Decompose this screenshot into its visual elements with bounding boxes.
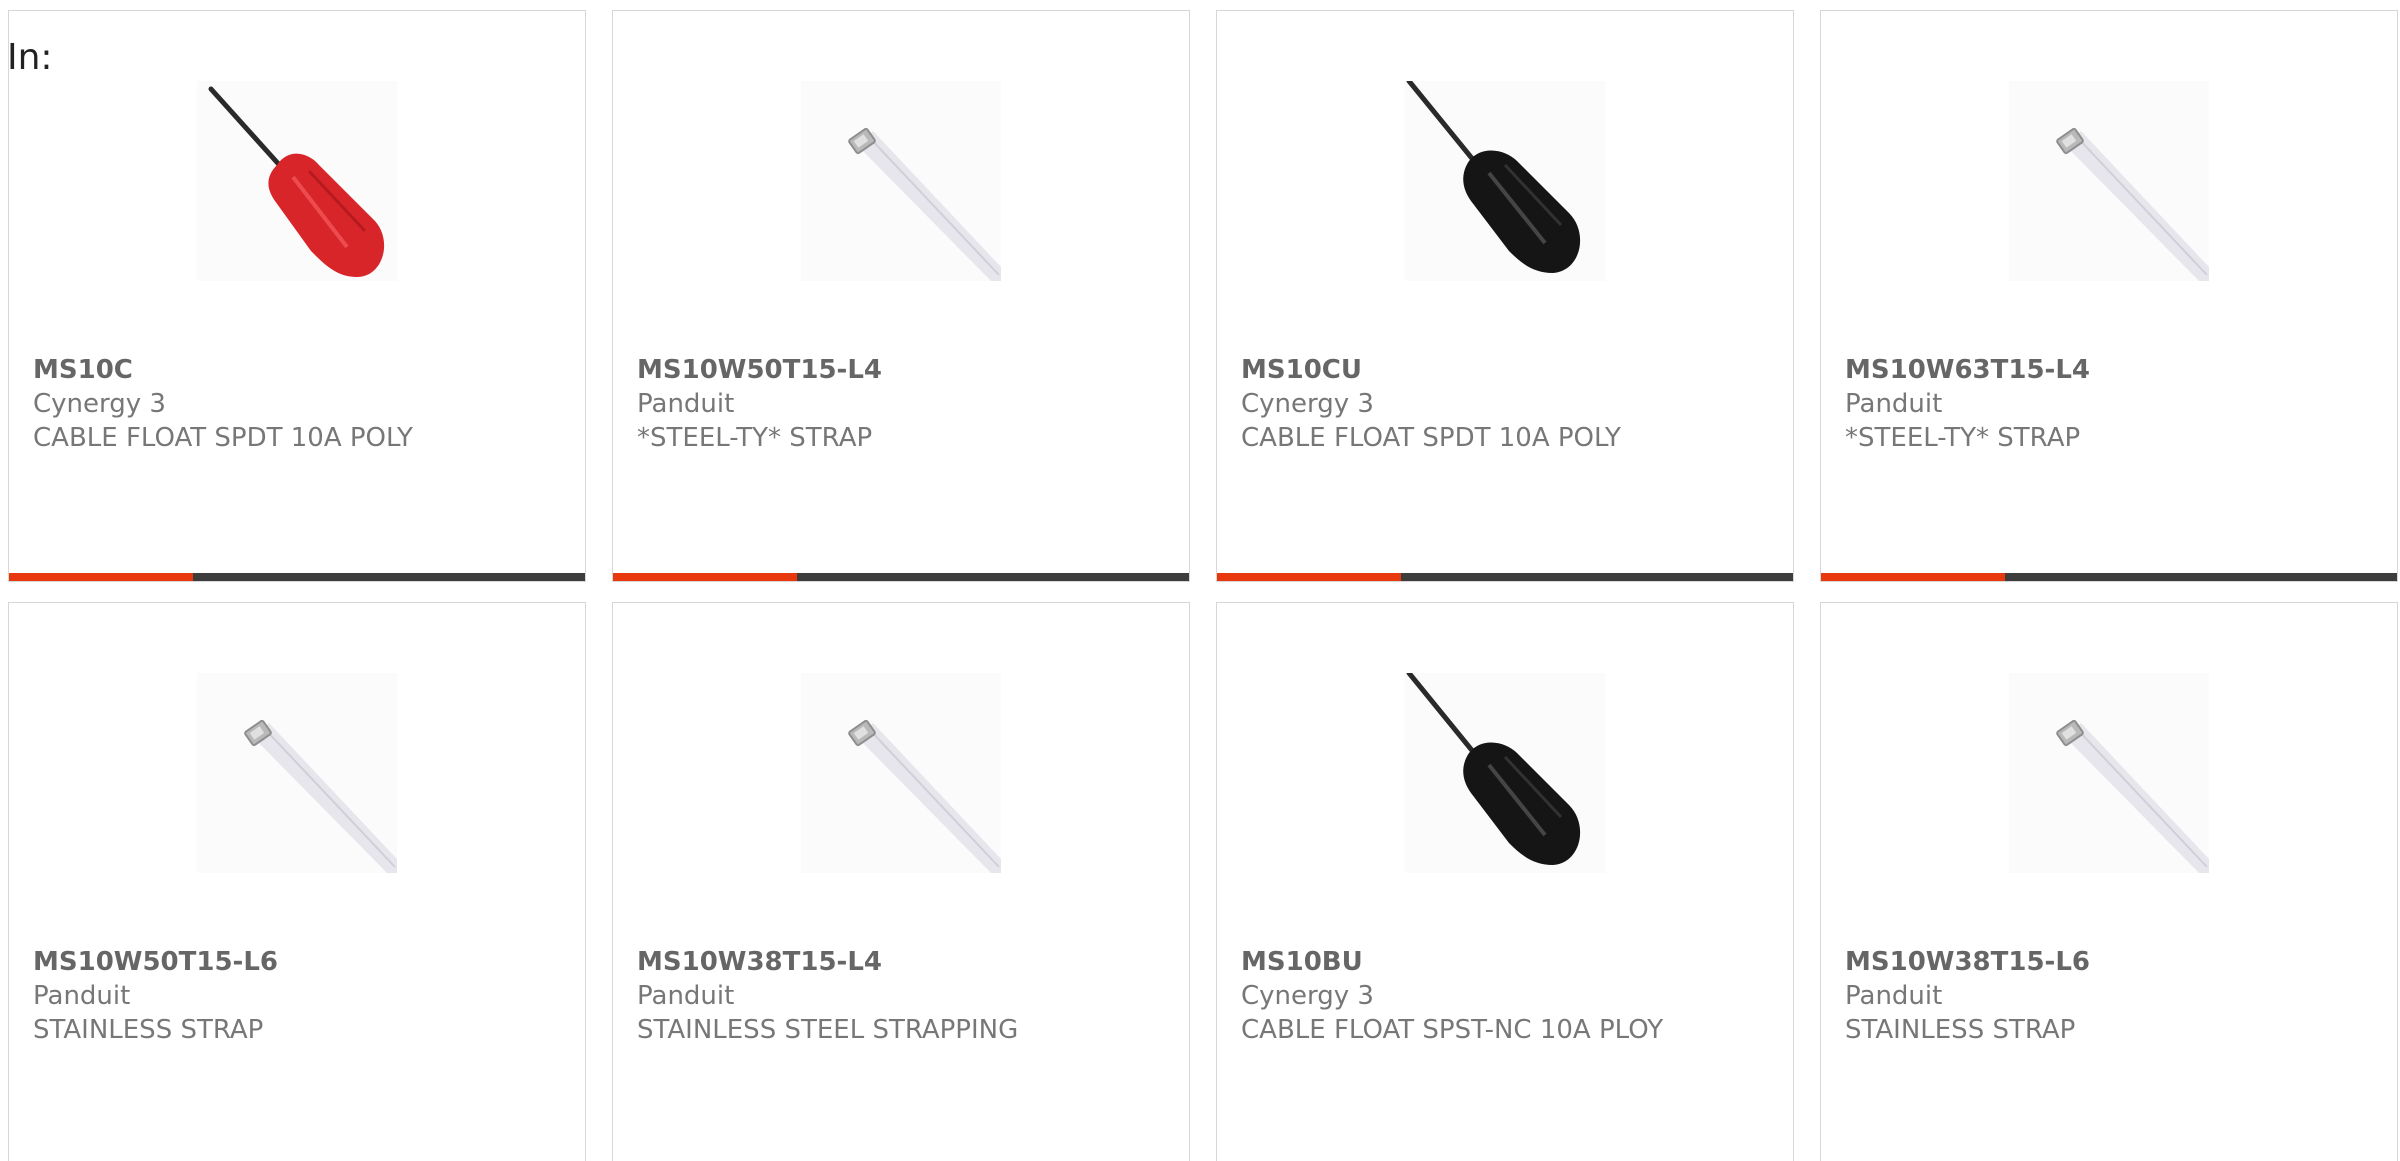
product-description: *STEEL-TY* STRAP: [637, 423, 873, 453]
product-brand: Cynergy 3: [33, 389, 166, 419]
product-sku[interactable]: MS10C: [33, 353, 575, 387]
steel-strap-icon: [848, 719, 1001, 873]
product-info: MS10W38T15-L4 Panduit STAINLESS STEEL ST…: [637, 945, 1179, 1047]
product-brand: Cynergy 3: [1241, 389, 1374, 419]
product-card[interactable]: MS10W50T15-L4 Panduit *STEEL-TY* STRAP: [612, 10, 1190, 582]
product-info: MS10C Cynergy 3 CABLE FLOAT SPDT 10A POL…: [33, 353, 575, 455]
card-progress-accent: [1217, 573, 1402, 581]
product-image[interactable]: [197, 673, 397, 873]
steel-strap-icon: [848, 127, 1001, 281]
product-info: MS10BU Cynergy 3 CABLE FLOAT SPST-NC 10A…: [1241, 945, 1783, 1047]
product-sku[interactable]: MS10BU: [1241, 945, 1783, 979]
card-progress-bar: [613, 573, 1189, 581]
product-image[interactable]: [197, 81, 397, 281]
product-brand: Panduit: [1845, 981, 1943, 1011]
steel-strap-icon: [2056, 719, 2209, 873]
product-image[interactable]: [1405, 673, 1605, 873]
in-label: In:: [7, 37, 53, 78]
product-description: CABLE FLOAT SPST-NC 10A PLOY: [1241, 1015, 1664, 1045]
product-description: STAINLESS STEEL STRAPPING: [637, 1015, 1019, 1045]
product-image[interactable]: [801, 673, 1001, 873]
product-card[interactable]: MS10W38T15-L4 Panduit STAINLESS STEEL ST…: [612, 602, 1190, 1161]
product-card[interactable]: MS10CU Cynergy 3 CABLE FLOAT SPDT 10A PO…: [1216, 10, 1794, 582]
product-sku[interactable]: MS10W50T15-L6: [33, 945, 575, 979]
product-grid: MS10C Cynergy 3 CABLE FLOAT SPDT 10A POL…: [8, 10, 2400, 1161]
card-progress-accent: [9, 573, 194, 581]
product-description: *STEEL-TY* STRAP: [1845, 423, 2081, 453]
product-brand: Cynergy 3: [1241, 981, 1374, 1011]
product-info: MS10W50T15-L6 Panduit STAINLESS STRAP: [33, 945, 575, 1047]
product-image[interactable]: [2009, 81, 2209, 281]
steel-strap-icon: [2056, 127, 2209, 281]
product-brand: Panduit: [637, 389, 735, 419]
product-description: STAINLESS STRAP: [1845, 1015, 2076, 1045]
product-description: CABLE FLOAT SPDT 10A POLY: [33, 423, 413, 453]
product-sku[interactable]: MS10W50T15-L4: [637, 353, 1179, 387]
product-sku[interactable]: MS10W38T15-L6: [1845, 945, 2387, 979]
product-grid-page: In: MS10C Cynergy 3 CABLE FLOAT SPDT 10A…: [0, 0, 2400, 1161]
card-progress-bar: [1821, 573, 2397, 581]
card-progress-bar: [1217, 573, 1793, 581]
product-info: MS10W63T15-L4 Panduit *STEEL-TY* STRAP: [1845, 353, 2387, 455]
product-card[interactable]: MS10W38T15-L6 Panduit STAINLESS STRAP: [1820, 602, 2398, 1161]
product-sku[interactable]: MS10CU: [1241, 353, 1783, 387]
product-card[interactable]: MS10BU Cynergy 3 CABLE FLOAT SPST-NC 10A…: [1216, 602, 1794, 1161]
product-info: MS10W38T15-L6 Panduit STAINLESS STRAP: [1845, 945, 2387, 1047]
product-info: MS10W50T15-L4 Panduit *STEEL-TY* STRAP: [637, 353, 1179, 455]
steel-strap-icon: [244, 719, 397, 873]
product-image[interactable]: [801, 81, 1001, 281]
product-image[interactable]: [2009, 673, 2209, 873]
product-brand: Panduit: [637, 981, 735, 1011]
black-float-switch-icon: [1406, 81, 1581, 273]
product-brand: Panduit: [1845, 389, 1943, 419]
product-description: STAINLESS STRAP: [33, 1015, 264, 1045]
product-sku[interactable]: MS10W63T15-L4: [1845, 353, 2387, 387]
black-float-switch-icon: [1406, 673, 1581, 865]
product-sku[interactable]: MS10W38T15-L4: [637, 945, 1179, 979]
card-progress-bar: [9, 573, 585, 581]
card-progress-accent: [613, 573, 798, 581]
product-info: MS10CU Cynergy 3 CABLE FLOAT SPDT 10A PO…: [1241, 353, 1783, 455]
red-float-switch-icon: [208, 86, 385, 277]
product-description: CABLE FLOAT SPDT 10A POLY: [1241, 423, 1621, 453]
product-card[interactable]: MS10W63T15-L4 Panduit *STEEL-TY* STRAP: [1820, 10, 2398, 582]
product-card[interactable]: MS10W50T15-L6 Panduit STAINLESS STRAP: [8, 602, 586, 1161]
card-progress-accent: [1821, 573, 2006, 581]
product-card[interactable]: MS10C Cynergy 3 CABLE FLOAT SPDT 10A POL…: [8, 10, 586, 582]
product-image[interactable]: [1405, 81, 1605, 281]
product-brand: Panduit: [33, 981, 131, 1011]
